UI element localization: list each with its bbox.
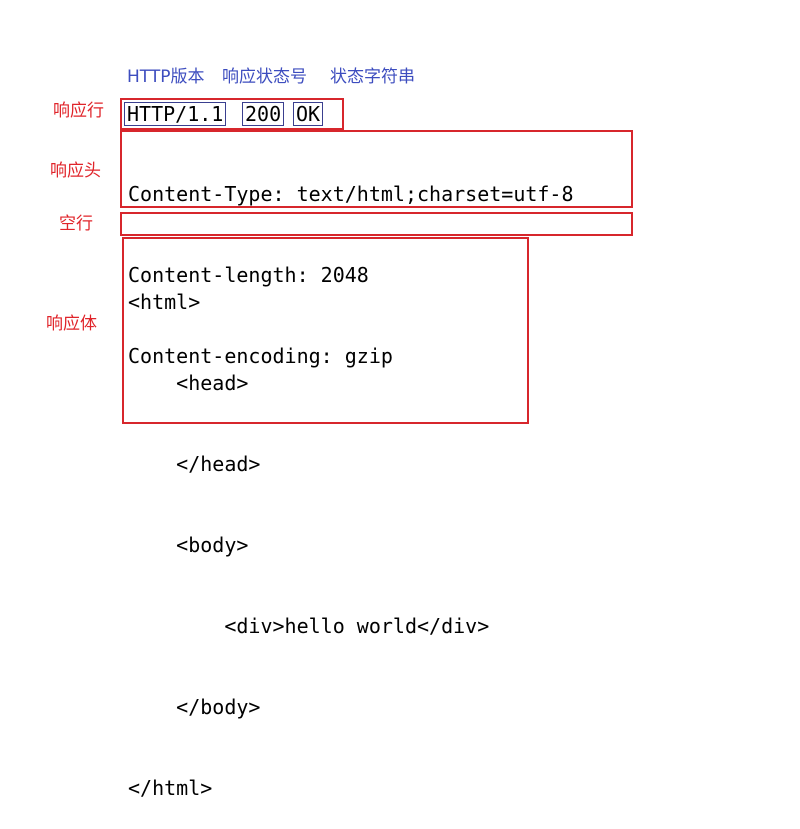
response-line-label: 响应行 [53,101,104,121]
header-line: Content-Type: text/html;charset=utf-8 [128,182,574,206]
body-line: <body> [128,533,249,557]
http-version-token: HTTP/1.1 [124,102,227,126]
status-code-token: 200 [242,102,285,126]
status-text-token: OK [293,102,324,126]
status-code-label: 响应状态号 [222,67,307,87]
body-line: <div>hello world</div> [128,614,490,638]
body-line: </html> [128,776,213,800]
body-line: </head> [128,452,261,476]
response-body-label: 响应体 [46,314,97,334]
body-line: <head> [128,371,249,395]
blank-line-box [120,212,633,236]
response-body-block: <html> <head> </head> <body> <div>hello … [128,235,489,829]
http-version-label: HTTP版本 [127,67,205,87]
body-line: </body> [128,695,261,719]
blank-line-label: 空行 [59,214,93,234]
body-line: <html> [128,290,201,314]
status-text-label: 状态字符串 [330,67,415,87]
response-headers-label: 响应头 [50,161,101,181]
